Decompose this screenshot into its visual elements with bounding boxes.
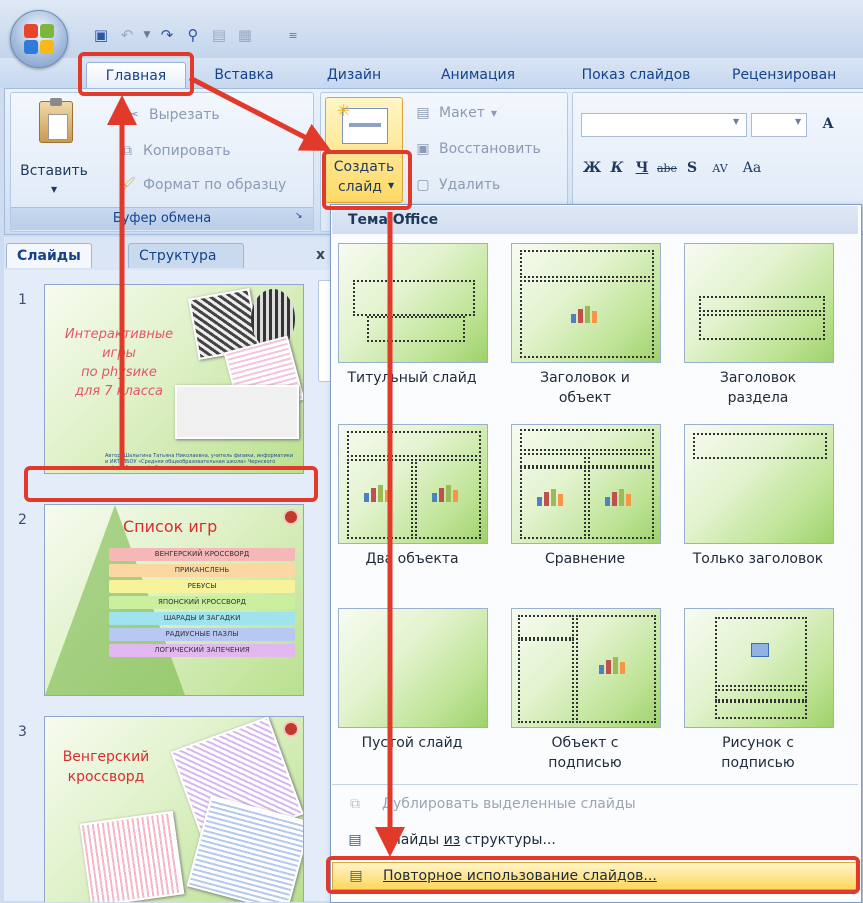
office-logo-icon bbox=[24, 24, 54, 54]
office-button[interactable] bbox=[10, 10, 68, 68]
arrow-right bbox=[188, 75, 332, 151]
annotation-arrows bbox=[107, 75, 405, 857]
